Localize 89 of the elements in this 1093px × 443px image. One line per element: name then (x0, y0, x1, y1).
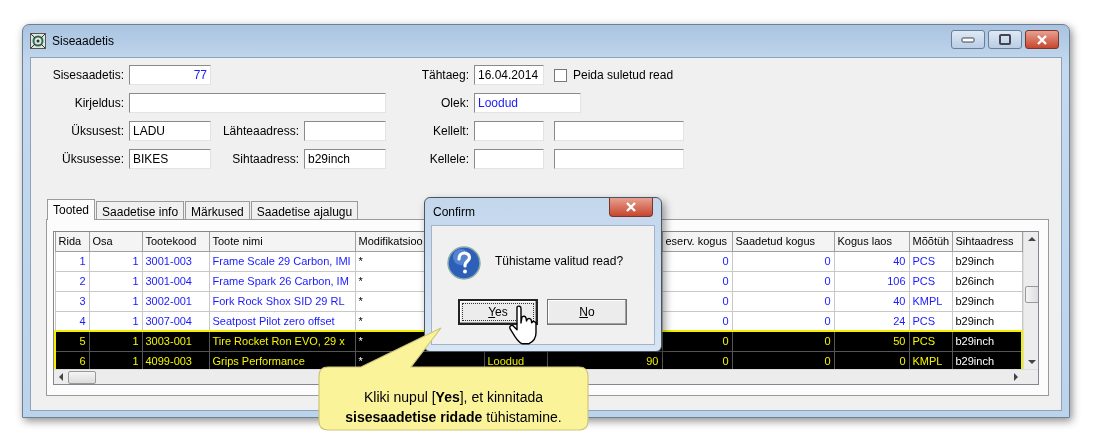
close-button[interactable] (609, 198, 653, 217)
field-label: Üksusesse: (60, 151, 124, 168)
input-field[interactable]: LADU (129, 121, 211, 141)
table-cell: Frame Spark 26 Carbon, IM (209, 271, 355, 291)
table-cell: b29inch (952, 251, 1022, 271)
input-field[interactable]: 16.04.2014 (474, 65, 544, 85)
tab[interactable]: Märkused (185, 201, 250, 219)
table-cell: 5 (55, 331, 89, 351)
table-cell: 1 (89, 271, 142, 291)
column-header[interactable]: Tootekood (142, 232, 209, 251)
app-icon (30, 33, 46, 49)
tab[interactable]: Saadetise info (96, 201, 185, 219)
table-cell: PCS (909, 251, 952, 271)
input-field[interactable] (554, 149, 684, 169)
table-cell: 50 (834, 331, 909, 351)
maximize-icon (998, 33, 1012, 46)
table-cell: 0 (732, 291, 834, 311)
scroll-thumb[interactable] (68, 370, 96, 384)
field-label: Olek: (440, 95, 469, 112)
field-label: Tähtaeg: (420, 67, 469, 84)
dialog-title: Confirm (433, 203, 475, 221)
tab[interactable]: Tooted (47, 199, 96, 220)
table-cell: b26inch (952, 271, 1022, 291)
table-cell: 1 (89, 251, 142, 271)
column-header[interactable]: Sihtaadress (952, 232, 1022, 251)
table-cell: 1 (55, 251, 89, 271)
table-cell: Tire Rocket Ron EVO, 29 x (209, 331, 355, 351)
input-field[interactable] (129, 93, 386, 113)
checkbox-label: Peida suletud read (573, 67, 674, 84)
input-field[interactable]: b29inch (304, 149, 386, 169)
input-field[interactable] (474, 149, 544, 169)
table-cell: 0 (732, 271, 834, 291)
input-field[interactable] (304, 121, 386, 141)
column-header[interactable]: Rida (55, 232, 89, 251)
table-cell: 3001-004 (142, 271, 209, 291)
close-button[interactable] (1025, 30, 1059, 49)
field-label: Üksusest: (70, 123, 124, 140)
table-cell: b29inch (952, 291, 1022, 311)
table-cell: Frame Scale 29 Carbon, IMI (209, 251, 355, 271)
maximize-button[interactable] (988, 30, 1022, 49)
table-cell: 0 (732, 331, 834, 351)
callout-text: Kliki nupul [Yes], et kinnitada sisesaadetise ridade tühistamine. (344, 388, 563, 427)
close-icon (625, 202, 637, 212)
column-header[interactable]: Toote nimi (209, 232, 355, 251)
column-header[interactable]: Mõõtüh (909, 232, 952, 251)
field-label: Sisesaadetis: (51, 67, 124, 84)
input-field[interactable]: 77 (129, 65, 211, 85)
table-cell: PCS (909, 271, 952, 291)
column-header[interactable]: eserv. kogus (662, 232, 732, 251)
vertical-scrollbar[interactable] (1023, 232, 1038, 369)
scroll-thumb[interactable] (1024, 286, 1038, 303)
table-cell: 1 (89, 291, 142, 311)
table-cell: PCS (909, 331, 952, 351)
dialog-button[interactable]: Yes (458, 299, 538, 325)
table-cell: KMPL (909, 291, 952, 311)
table-cell: 3001-003 (142, 251, 209, 271)
table-cell: 2 (55, 271, 89, 291)
table-cell: 1 (89, 331, 142, 351)
table-cell: 3003-001 (142, 331, 209, 351)
input-field[interactable]: BIKES (129, 149, 211, 169)
table-cell: 3002-001 (142, 291, 209, 311)
input-field[interactable]: Loodud (474, 93, 581, 113)
minimize-icon (961, 36, 975, 43)
checkbox[interactable] (554, 68, 567, 82)
input-field[interactable] (554, 121, 684, 141)
tab[interactable]: Saadetise ajalugu (250, 201, 359, 219)
minimize-button[interactable] (951, 30, 985, 49)
close-icon (1036, 34, 1048, 45)
table-cell: 40 (834, 291, 909, 311)
field-label: Kellelt: (431, 123, 469, 140)
column-header[interactable]: Kogus laos (834, 232, 909, 251)
field-label: Kellele: (428, 151, 469, 168)
dialog-button[interactable]: No (547, 299, 627, 325)
table-cell: b29inch (952, 331, 1022, 351)
table-cell: 106 (834, 271, 909, 291)
input-field[interactable] (474, 121, 544, 141)
field-label: Kirjeldus: (73, 95, 124, 112)
window-title: Siseaadetis (52, 33, 115, 50)
field-label: Lähteaadress: (221, 123, 299, 140)
column-header[interactable]: Saadetud kogus (732, 232, 834, 251)
dialog-message: Tühistame valitud read? (495, 253, 624, 270)
table-cell: 3 (55, 291, 89, 311)
question-icon (447, 246, 481, 280)
table-cell: 40 (834, 251, 909, 271)
table-cell: 0 (732, 251, 834, 271)
column-header[interactable]: Osa (89, 232, 142, 251)
table-cell: 0 (662, 331, 732, 351)
field-label: Sihtaadress: (231, 151, 299, 168)
table-cell: Fork Rock Shox SID 29 RL (209, 291, 355, 311)
